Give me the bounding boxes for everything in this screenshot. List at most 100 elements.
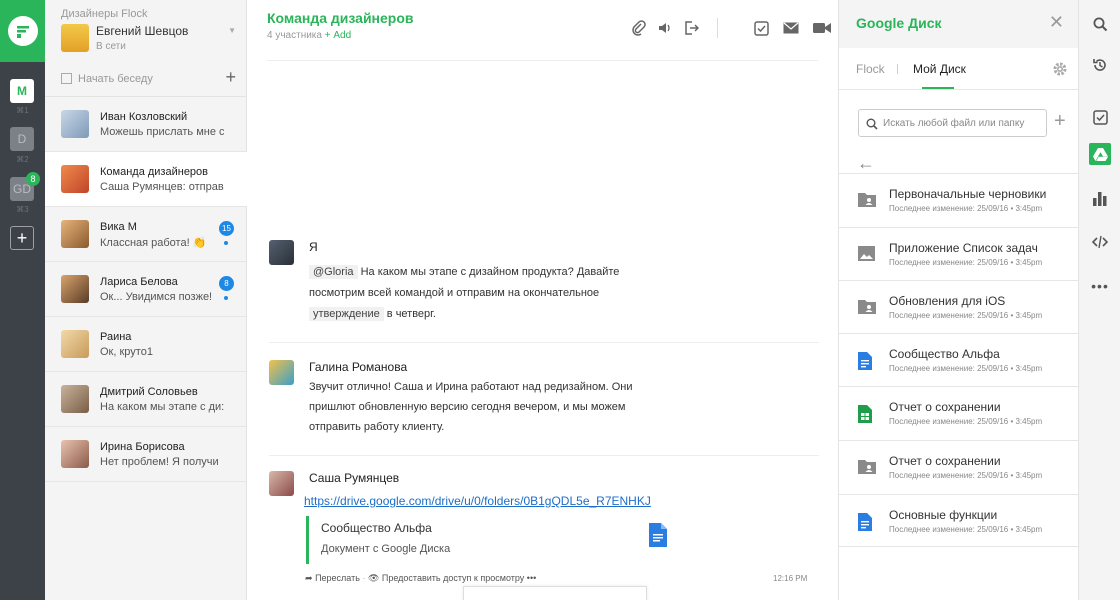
add-member-link[interactable]: + Add: [325, 30, 351, 41]
google-doc-icon: [649, 523, 667, 552]
back-arrow-icon[interactable]: ←: [857, 153, 875, 174]
message-author: Я: [309, 240, 318, 254]
file-preview-card[interactable]: Сообщество Альфа Документ с Google Диска: [306, 516, 671, 564]
unread-badge: 15: [219, 221, 234, 236]
more-options-icon[interactable]: •••: [527, 573, 536, 583]
tab-flock[interactable]: Flock: [856, 62, 885, 76]
chat-members: 4 участника + Add: [267, 30, 351, 41]
file-name: Отчет о сохранении: [889, 454, 1001, 468]
flock-logo-icon: [7, 16, 38, 46]
conversation-name: Раина: [100, 331, 132, 343]
user-profile[interactable]: Дизайнеры Flock Евгений Шевцов В сети ▼: [45, 0, 246, 62]
google-drive-panel: Google Диск ✕ Flock Мой Диск + ← Первона…: [838, 0, 1078, 600]
conversation-preview: Можешь прислать мне с: [100, 126, 224, 138]
conversation-name: Иван Козловский: [100, 111, 188, 123]
mention[interactable]: @Gloria: [309, 265, 358, 279]
leave-icon[interactable]: [681, 18, 701, 38]
conversation-item[interactable]: Раина Ок, круто1: [45, 317, 246, 372]
apps-toolbar: •••: [1078, 0, 1120, 600]
conversation-name: Лариса Белова: [100, 276, 178, 288]
conversation-preview: Нет проблем! Я получи: [100, 456, 219, 468]
chat-header: Команда дизайнеров 4 участника + Add: [267, 0, 831, 61]
team-shortcut: ⌘2: [16, 155, 29, 164]
file-modified: Последнее изменение: 25/09/16 • 3:45pm: [889, 471, 1043, 480]
unread-dot: [224, 241, 228, 245]
team-shortcut: ⌘3: [16, 205, 29, 214]
tasks-icon[interactable]: [751, 18, 771, 38]
drive-file-item[interactable]: Основные функции Последнее изменение: 25…: [839, 494, 1078, 547]
team-button-d[interactable]: D: [10, 127, 34, 151]
message-actions: ➦ Переслать · 👁 Предоставить доступ к пр…: [305, 573, 537, 583]
conversation-preview: Саша Румянцев: отправ: [100, 181, 224, 193]
team-button-m[interactable]: M: [10, 79, 34, 103]
flock-app: M ⌘1 D ⌘2 GD 8 ⌘3 + Дизайнеры Flock Евге…: [0, 0, 1120, 600]
drive-file-item[interactable]: Сообщество Альфа Последнее изменение: 25…: [839, 333, 1078, 386]
google-sheet-icon: [858, 405, 872, 428]
avatar: [61, 220, 89, 248]
conversation-item[interactable]: Иван Козловский Можешь прислать мне с: [45, 97, 246, 152]
share-view-action[interactable]: Предоставить доступ к просмотру: [382, 573, 524, 583]
forward-action[interactable]: Переслать: [315, 573, 360, 583]
google-drive-icon[interactable]: [1089, 143, 1111, 165]
message-text-part: в четверг.: [383, 308, 436, 320]
add-team-button[interactable]: +: [10, 226, 34, 250]
conversation-item[interactable]: Вика М Классная работа! 👏 15: [45, 207, 246, 262]
tab-divider: [897, 64, 898, 74]
polls-icon[interactable]: [1089, 188, 1111, 210]
team-rail: M ⌘1 D ⌘2 GD 8 ⌘3 +: [0, 0, 45, 600]
chat-title: Команда дизайнеров: [267, 10, 414, 26]
avatar: [61, 165, 89, 193]
attachment-icon[interactable]: [629, 18, 649, 38]
shared-folder-icon: [858, 192, 876, 212]
message-text: Звучит отлично! Саша и Ирина работают на…: [309, 381, 633, 433]
tasks-icon[interactable]: [1089, 106, 1111, 128]
file-modified: Последнее изменение: 25/09/16 • 3:45pm: [889, 204, 1043, 213]
drive-file-item[interactable]: Отчет о сохранении Последнее изменение: …: [839, 386, 1078, 439]
tab-my-drive[interactable]: Мой Диск: [913, 62, 966, 76]
file-name: Основные функции: [889, 508, 998, 522]
conversation-item[interactable]: Дмитрий Соловьев На каком мы этапе с ди:: [45, 372, 246, 427]
file-title: Сообщество Альфа: [321, 521, 432, 535]
code-snippet-icon[interactable]: [1089, 231, 1111, 253]
conversation-item[interactable]: Лариса Белова Ок... Увидимся позже! 8: [45, 262, 246, 317]
highlight-tag: утверждение: [309, 307, 384, 321]
history-icon[interactable]: [1089, 54, 1111, 76]
more-apps-icon[interactable]: •••: [1089, 275, 1111, 297]
search-icon[interactable]: [1089, 13, 1111, 35]
drive-file-item[interactable]: Обновления для iOS Последнее изменение: …: [839, 280, 1078, 333]
drive-file-item[interactable]: Отчет о сохранении Последнее изменение: …: [839, 440, 1078, 493]
add-file-button[interactable]: +: [1054, 110, 1066, 133]
conversation-preview: Ок, круто1: [100, 346, 153, 358]
avatar: [61, 385, 89, 413]
file-name: Приложение Список задач: [889, 241, 1038, 255]
close-icon[interactable]: ✕: [1049, 12, 1064, 33]
avatar: [269, 240, 294, 265]
file-modified: Последнее изменение: 25/09/16 • 3:45pm: [889, 311, 1043, 320]
google-doc-icon: [858, 513, 872, 536]
eye-icon: 👁: [367, 573, 380, 583]
gear-icon[interactable]: [1052, 61, 1068, 82]
unread-badge: 8: [219, 276, 234, 291]
image-icon: [858, 246, 875, 266]
new-conversation-label: Начать беседу: [78, 73, 153, 85]
file-name: Сообщество Альфа: [889, 347, 1000, 361]
drive-link[interactable]: https://drive.google.com/drive/u/0/folde…: [304, 494, 651, 508]
conversation-preview: На каком мы этапе с ди:: [100, 401, 224, 413]
file-modified: Последнее изменение: 25/09/16 • 3:45pm: [889, 417, 1043, 426]
new-conversation-row[interactable]: Начать беседу +: [45, 62, 246, 97]
drive-search-input[interactable]: [883, 114, 1043, 132]
drive-file-item[interactable]: Первоначальные черновики Последнее измен…: [839, 173, 1078, 226]
new-conversation-button[interactable]: +: [225, 67, 236, 88]
drive-title: Google Диск: [856, 15, 942, 31]
message-divider: [269, 455, 819, 456]
conversation-preview: Ок... Увидимся позже!: [100, 291, 213, 303]
drive-file-item[interactable]: Приложение Список задач Последнее измене…: [839, 227, 1078, 280]
mail-icon[interactable]: [781, 18, 801, 38]
speaker-icon[interactable]: [655, 18, 675, 38]
conversation-item[interactable]: Ирина Борисова Нет проблем! Я получи: [45, 427, 246, 482]
conversation-name: Дмитрий Соловьев: [100, 386, 198, 398]
flock-logo[interactable]: [0, 0, 45, 62]
conversation-item-active[interactable]: Команда дизайнеров Саша Румянцев: отправ: [45, 152, 247, 207]
chevron-down-icon[interactable]: ▼: [228, 26, 236, 35]
video-call-icon[interactable]: [812, 18, 832, 38]
